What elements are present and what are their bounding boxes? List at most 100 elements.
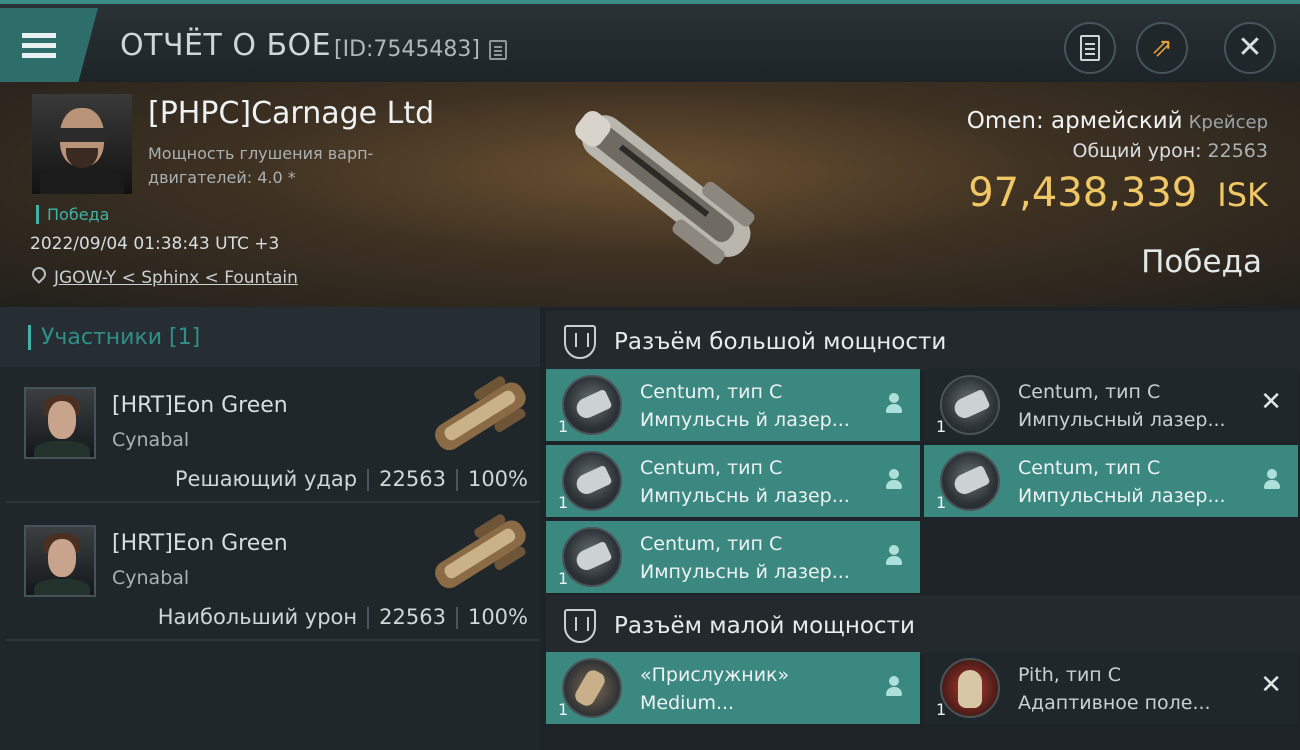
location-link[interactable]: JGOW-Y < Sphinx < Fountain	[54, 268, 298, 288]
result-label: Победа	[1141, 244, 1262, 280]
person-icon	[886, 469, 902, 491]
victim-portrait[interactable]	[32, 94, 132, 194]
module-slot[interactable]: 1 Pith, тип C Адаптивное поле... ✕	[924, 652, 1298, 724]
destroyed-x-icon: ✕	[1260, 387, 1282, 417]
module-subtitle: Адаптивное поле...	[1018, 692, 1211, 714]
pulse-laser-icon	[940, 451, 1000, 511]
participants-header[interactable]: Участники [1]	[0, 307, 540, 367]
participant-stats: Решающий удар 22563 100%	[175, 467, 528, 491]
location-pin-icon	[29, 264, 49, 284]
module-subtitle: Импульснь й лазер...	[640, 485, 850, 507]
ship-class: Крейсер	[1188, 112, 1268, 133]
participant-ship-image[interactable]	[416, 371, 542, 461]
participants-panel: Участники [1] [HRT]Eon Green Cynabal Реш…	[0, 307, 540, 750]
close-icon: ✕	[1237, 30, 1263, 65]
module-quantity: 1	[936, 493, 947, 512]
title-bar: ОТЧЁТ О БОЕ [ID:7545483] ⇗ ✕	[0, 0, 1300, 82]
armor-repairer-icon	[562, 658, 622, 718]
module-slot[interactable]: 1 Centum, тип C Импульснь й лазер...	[546, 369, 920, 441]
pulse-laser-icon	[940, 375, 1000, 435]
participant-avatar[interactable]	[24, 387, 96, 459]
module-name: Centum, тип C	[1018, 457, 1161, 479]
person-icon	[886, 545, 902, 567]
participant-name: [HRT]Eon Green	[112, 531, 288, 556]
participant-row[interactable]: [HRT]Eon Green Cynabal Решающий удар 2256…	[6, 367, 540, 503]
participant-role: Наибольший урон	[157, 605, 358, 629]
participant-name: [HRT]Eon Green	[112, 393, 288, 418]
close-button[interactable]: ✕	[1224, 22, 1276, 74]
destroyed-x-icon: ✕	[1260, 670, 1282, 700]
high-slots-header: Разъём большой мощности	[546, 311, 1300, 371]
module-subtitle: Medium...	[640, 692, 735, 714]
pulse-laser-icon	[562, 527, 622, 587]
module-name: Centum, тип C	[1018, 381, 1161, 403]
low-slots-header: Разъём малой мощности	[546, 595, 1300, 655]
participants-title: Участники [1]	[28, 325, 200, 350]
hamburger-icon	[22, 28, 56, 63]
warp-strength: Мощность глушения варп-двигателей: 4.0 *	[148, 144, 374, 187]
victim-summary: [PHPC]Carnage Ltd Мощность глушения варп…	[0, 82, 1300, 307]
participant-avatar[interactable]	[24, 525, 96, 597]
participant-row[interactable]: [HRT]Eon Green Cynabal Наибольший урон 22…	[6, 505, 540, 641]
module-subtitle: Импульснь й лазер...	[640, 409, 850, 431]
module-quantity: 1	[558, 493, 569, 512]
participant-damage: 22563	[379, 467, 446, 491]
fitting-panel: Разъём большой мощности 1 Centum, тип C …	[540, 307, 1300, 750]
module-quantity: 1	[558, 569, 569, 588]
victim-corp-name[interactable]: [PHPC]Carnage Ltd	[148, 96, 434, 131]
module-name: Centum, тип C	[640, 457, 783, 479]
module-quantity: 1	[936, 417, 947, 436]
participant-stats: Наибольший урон 22563 100%	[158, 605, 528, 629]
low-slot-icon	[564, 609, 596, 643]
module-slot[interactable]: 1 Centum, тип C Импульсный лазер...	[924, 445, 1298, 517]
participant-ship: Cynabal	[112, 567, 190, 589]
low-slots-title: Разъём малой мощности	[614, 613, 915, 639]
participant-role: Решающий удар	[174, 467, 358, 491]
ship-name: Omen: армейский	[966, 108, 1183, 134]
menu-button[interactable]	[0, 8, 98, 82]
report-id: [ID:7545483]	[334, 37, 480, 62]
participant-damage: 22563	[379, 605, 446, 629]
module-subtitle: Импульсный лазер...	[1018, 485, 1226, 507]
total-damage-label: Общий урон:	[1072, 140, 1202, 162]
module-name: Pith, тип C	[1018, 664, 1122, 686]
module-subtitle: Импульснь й лазер...	[640, 561, 850, 583]
participant-percent: 100%	[467, 605, 528, 629]
isk-currency: ISK	[1217, 176, 1268, 214]
module-subtitle: Импульсный лазер...	[1018, 409, 1226, 431]
export-icon: ⇗	[1151, 33, 1173, 63]
pulse-laser-icon	[562, 451, 622, 511]
result-tag: Победа	[36, 205, 109, 224]
module-quantity: 1	[936, 700, 947, 719]
hardener-icon	[940, 658, 1000, 718]
page-title: ОТЧЁТ О БОЕ	[120, 28, 332, 63]
module-slot[interactable]: 1 Centum, тип C Импульснь й лазер...	[546, 521, 920, 593]
total-damage: Общий урон: 22563	[1072, 140, 1268, 162]
victim-ship-type[interactable]: Omen: армейский Крейсер	[967, 108, 1268, 134]
high-slot-icon	[564, 325, 596, 359]
module-slot[interactable]: 1 Centum, тип C Импульсный лазер... ✕	[924, 369, 1298, 441]
pulse-laser-icon	[562, 375, 622, 435]
module-slot[interactable]: 1 Centum, тип C Импульснь й лазер...	[546, 445, 920, 517]
total-damage-value: 22563	[1207, 140, 1268, 162]
module-quantity: 1	[558, 700, 569, 719]
clipboard-icon	[1080, 35, 1100, 61]
module-name: «Прислужник»	[640, 664, 790, 686]
participant-ship-image[interactable]	[416, 509, 542, 599]
clipboard-button[interactable]	[1064, 22, 1116, 74]
module-slot[interactable]: 1 «Прислужник» Medium...	[546, 652, 920, 724]
participant-ship: Cynabal	[112, 429, 190, 451]
person-icon	[1264, 469, 1280, 491]
kill-datetime: 2022/09/04 01:38:43 UTC +3	[30, 234, 280, 254]
module-name: Centum, тип C	[640, 533, 783, 555]
export-button[interactable]: ⇗	[1136, 22, 1188, 74]
module-quantity: 1	[558, 417, 569, 436]
person-icon	[886, 393, 902, 415]
module-name: Centum, тип C	[640, 381, 783, 403]
participant-percent: 100%	[467, 467, 528, 491]
copy-icon[interactable]	[489, 40, 507, 60]
person-icon	[886, 676, 902, 698]
isk-value: 97,438,339	[968, 170, 1198, 216]
victim-ship-image[interactable]	[540, 82, 780, 307]
isk-value-row: 97,438,339 ISK	[968, 170, 1268, 216]
